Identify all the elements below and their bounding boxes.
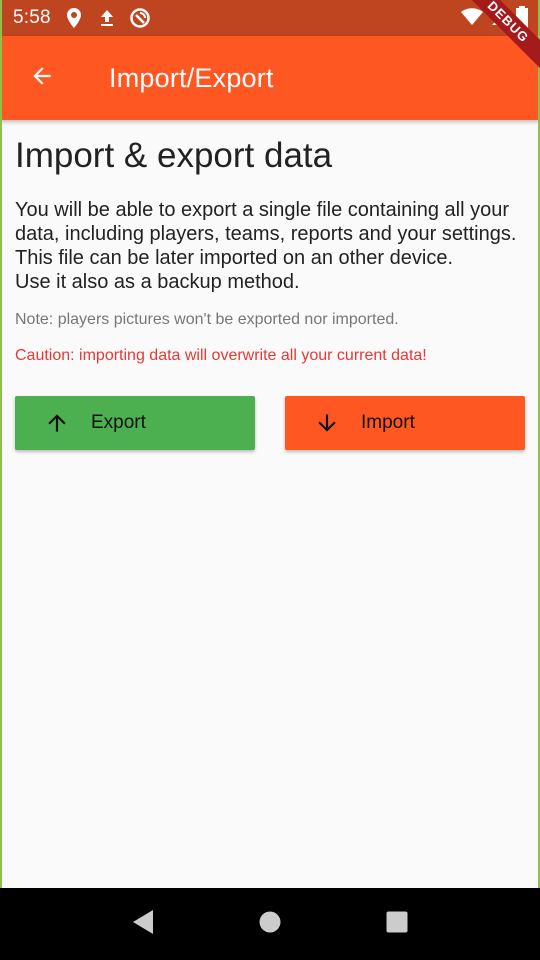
- nav-home-button[interactable]: [250, 904, 290, 944]
- import-label: Import: [361, 412, 415, 433]
- export-label: Export: [91, 412, 146, 433]
- main-content: Import & export data You will be able to…: [15, 120, 525, 450]
- nav-recents-button[interactable]: [377, 904, 417, 944]
- description-text: You will be able to export a single file…: [15, 199, 517, 293]
- location-icon: [63, 7, 85, 29]
- back-button[interactable]: [0, 36, 84, 120]
- app-title: Import/Export: [109, 62, 274, 93]
- navigation-bar: [0, 888, 540, 960]
- app-bar: Import/Export: [0, 36, 540, 120]
- no-disturb-icon: [129, 7, 151, 29]
- recents-square-icon: [385, 910, 409, 939]
- arrow-up-icon: [43, 409, 71, 437]
- action-buttons: Export Import: [15, 396, 525, 450]
- wifi-icon: [460, 7, 484, 32]
- home-circle-icon: [258, 910, 282, 939]
- upload-icon: [96, 7, 118, 29]
- status-bar: 5:58: [0, 0, 540, 36]
- status-time: 5:58: [13, 7, 51, 28]
- arrow-back-icon: [29, 63, 55, 94]
- import-button[interactable]: Import: [285, 396, 525, 450]
- page-heading: Import & export data: [15, 136, 333, 175]
- caution-text: Caution: importing data will overwrite a…: [15, 347, 427, 364]
- arrow-down-icon: [313, 409, 341, 437]
- back-triangle-icon: [131, 909, 155, 940]
- note-text: Note: players pictures won't be exported…: [15, 311, 399, 328]
- nav-back-button[interactable]: [123, 904, 163, 944]
- export-button[interactable]: Export: [15, 396, 255, 450]
